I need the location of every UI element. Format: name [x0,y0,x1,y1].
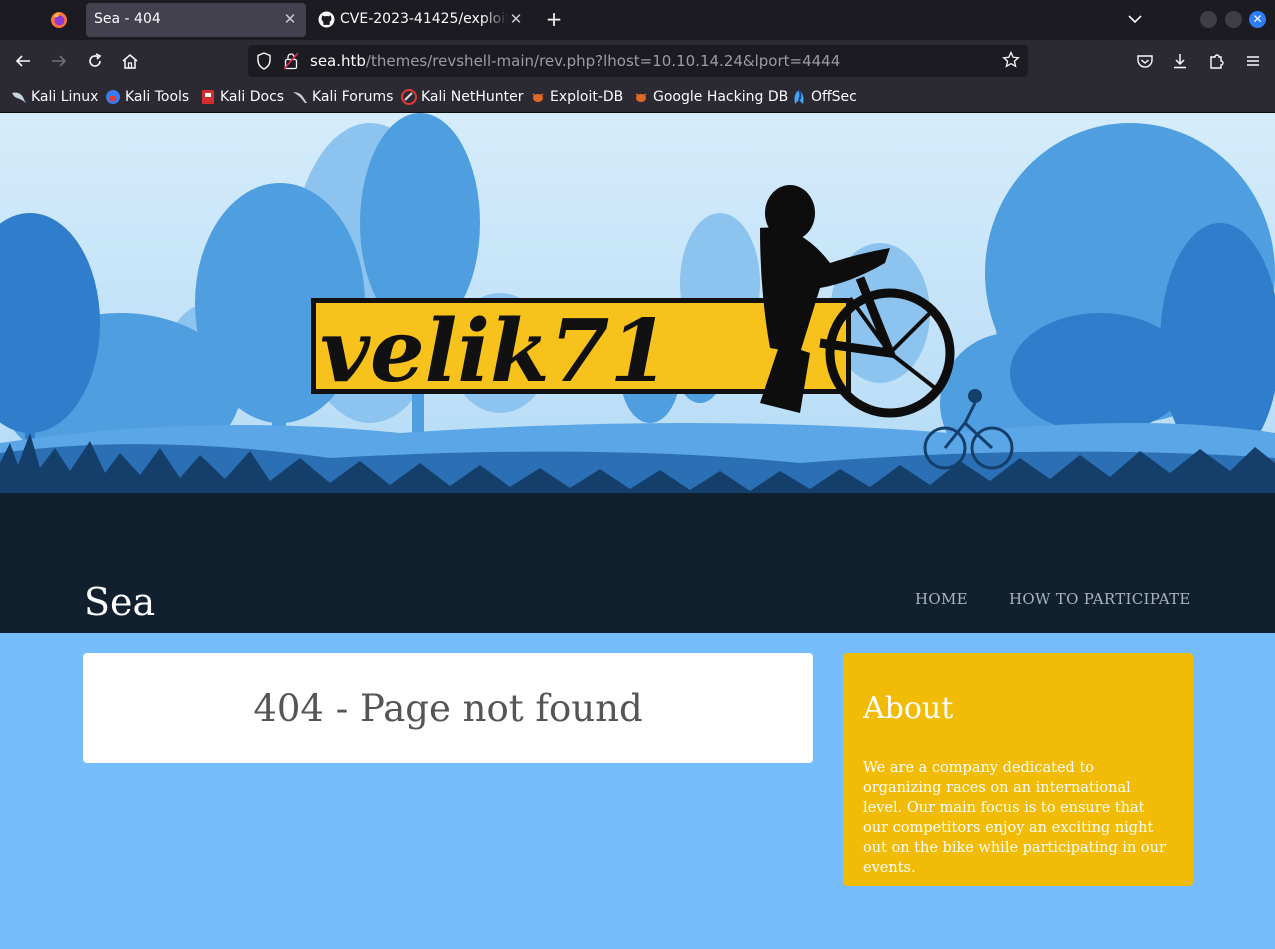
tab-sea-404[interactable]: Sea - 404 ✕ [86,3,306,37]
maximize-button[interactable] [1225,11,1242,28]
pocket-icon [1137,55,1153,68]
offsec-icon [794,89,804,104]
exploit-db-bug-icon [532,93,544,102]
bookmark-kali-linux[interactable]: Kali Linux [11,87,98,107]
bookmark-kali-nethunter[interactable]: Kali NetHunter [401,87,523,107]
url-path: /themes/revshell-main/rev.php?lhost=10.1… [365,52,841,70]
window-close-button[interactable]: ✕ [1249,11,1266,28]
minimize-button[interactable] [1200,11,1217,28]
nav-link-how-to-participate[interactable]: HOW TO PARTICIPATE [1009,590,1191,608]
banner-logo-text: velik71 [320,301,669,402]
kali-forums-icon [293,92,307,103]
nav-link-home[interactable]: HOME [915,590,968,608]
reload-button[interactable] [83,49,107,73]
tab-title: CVE-2023-41425/exploit.py [340,11,508,27]
bookmark-label: Kali Tools [125,89,190,105]
bookmark-label: Exploit-DB [550,89,624,105]
bookmark-label: Kali Linux [31,89,99,105]
bookmark-label: Kali Forums [312,89,394,105]
close-icon[interactable]: ✕ [282,10,298,28]
url-text[interactable]: sea.htb/themes/revshell-main/rev.php?lho… [310,52,840,70]
kali-nethunter-icon [401,89,417,105]
app-menu-button[interactable] [1241,49,1265,73]
bookmark-label: OffSec [811,89,857,105]
bookmarks-toolbar: Kali Linux Kali Tools Kali Docs Kali For… [0,82,1275,113]
bookmark-label: Kali Docs [220,89,285,105]
insecure-lock-icon[interactable] [284,52,298,70]
bookmark-kali-forums[interactable]: Kali Forums [292,87,393,107]
firefox-icon [51,12,67,28]
extensions-button[interactable] [1205,49,1229,73]
tab-bar: Sea - 404 ✕ CVE-2023-41425/exploit.py ✕ … [0,0,1275,40]
pocket-button[interactable] [1133,49,1157,73]
firefox-view-button[interactable] [44,6,74,34]
bookmark-label: Google Hacking DB [653,89,789,105]
chevron-down-icon[interactable] [1124,8,1146,30]
reload-icon [89,53,102,67]
bookmark-star-icon[interactable] [1002,51,1020,69]
bookmark-label: Kali NetHunter [421,89,524,105]
close-icon[interactable]: ✕ [508,10,524,28]
about-heading: About [863,691,954,726]
bookmark-kali-tools[interactable]: Kali Tools [105,87,189,107]
back-arrow-icon [15,55,30,67]
about-text: We are a company dedicated to organizing… [863,760,1166,876]
forest-cyclist-illustration: velik71 [0,113,1275,633]
site-title[interactable]: Sea [84,580,155,624]
bookmark-exploit-db[interactable]: Exploit-DB [530,87,623,107]
home-button[interactable] [118,49,142,73]
kali-docs-icon [202,90,214,104]
puzzle-piece-icon [1210,54,1224,69]
kali-dragon-icon [12,92,26,103]
home-icon [122,54,138,69]
back-button[interactable] [11,49,35,73]
forward-arrow-icon [52,55,67,67]
bookmark-google-hacking-db[interactable]: Google Hacking DB [633,87,788,107]
kali-tools-icon [106,90,120,104]
about-sidebar: About We are a company dedicated to orga… [843,653,1193,886]
forward-button[interactable] [47,49,71,73]
bookmark-kali-docs[interactable]: Kali Docs [200,87,284,107]
hero-banner: velik71 [0,113,1275,633]
page-title: 404 - Page not found [253,686,643,730]
tab-cve-exploit[interactable]: CVE-2023-41425/exploit.py ✕ [312,3,532,37]
new-tab-button[interactable]: + [542,8,566,32]
downloads-button[interactable] [1168,49,1192,73]
tracking-protection-shield-icon[interactable] [256,52,272,70]
ghdb-bug-icon [635,93,647,102]
url-bar[interactable]: sea.htb/themes/revshell-main/rev.php?lho… [248,45,1028,77]
hamburger-menu-icon [1247,56,1259,66]
download-icon [1174,54,1186,69]
main-content-card: 404 - Page not found [83,653,813,763]
navigation-toolbar: sea.htb/themes/revshell-main/rev.php?lho… [0,40,1275,82]
bookmark-offsec[interactable]: OffSec [791,87,857,107]
tab-title: Sea - 404 [94,11,161,27]
url-host: sea.htb [310,52,366,70]
github-icon [318,11,335,28]
